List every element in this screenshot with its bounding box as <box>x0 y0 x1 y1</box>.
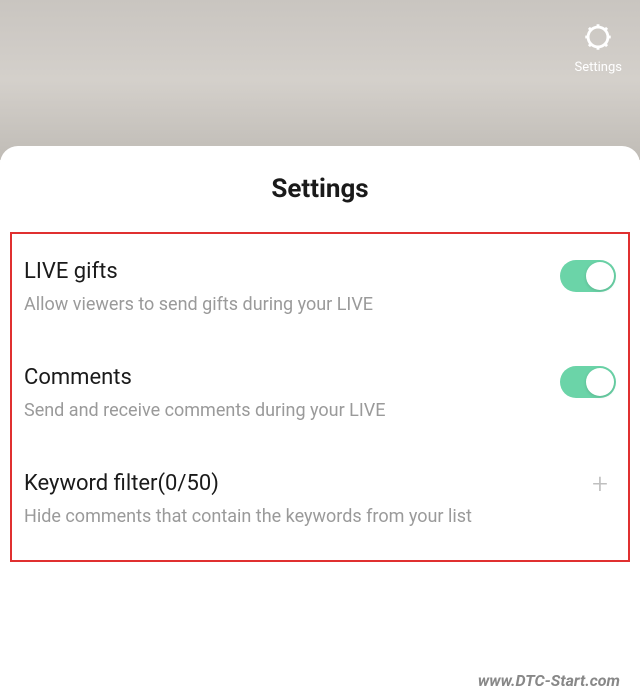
setting-text: Comments Send and receive comments durin… <box>24 364 560 422</box>
settings-panel: Settings LIVE gifts Allow viewers to sen… <box>0 146 640 700</box>
live-gifts-description: Allow viewers to send gifts during your … <box>24 293 540 316</box>
live-gifts-toggle[interactable] <box>560 260 616 292</box>
keyword-filter-description: Hide comments that contain the keywords … <box>24 505 564 528</box>
keyword-filter-label: Keyword filter(0/50) <box>24 470 564 499</box>
settings-list: LIVE gifts Allow viewers to send gifts d… <box>10 232 630 562</box>
live-gifts-label: LIVE gifts <box>24 258 540 287</box>
plus-icon: + <box>592 467 608 500</box>
gear-icon <box>581 20 615 58</box>
add-keyword-button[interactable]: + <box>584 470 616 498</box>
settings-button-label: Settings <box>575 60 622 75</box>
setting-row-keyword-filter: Keyword filter(0/50) Hide comments that … <box>24 470 616 528</box>
settings-button[interactable]: Settings <box>575 18 622 75</box>
page-title: Settings <box>0 174 640 204</box>
comments-description: Send and receive comments during your LI… <box>24 399 540 422</box>
watermark: www.DTC-Start.com <box>478 671 620 690</box>
setting-row-live-gifts: LIVE gifts Allow viewers to send gifts d… <box>24 258 616 316</box>
header-background: Settings <box>0 0 640 160</box>
setting-text: Keyword filter(0/50) Hide comments that … <box>24 470 584 528</box>
setting-row-comments: Comments Send and receive comments durin… <box>24 364 616 422</box>
comments-toggle[interactable] <box>560 366 616 398</box>
comments-label: Comments <box>24 364 540 393</box>
setting-text: LIVE gifts Allow viewers to send gifts d… <box>24 258 560 316</box>
